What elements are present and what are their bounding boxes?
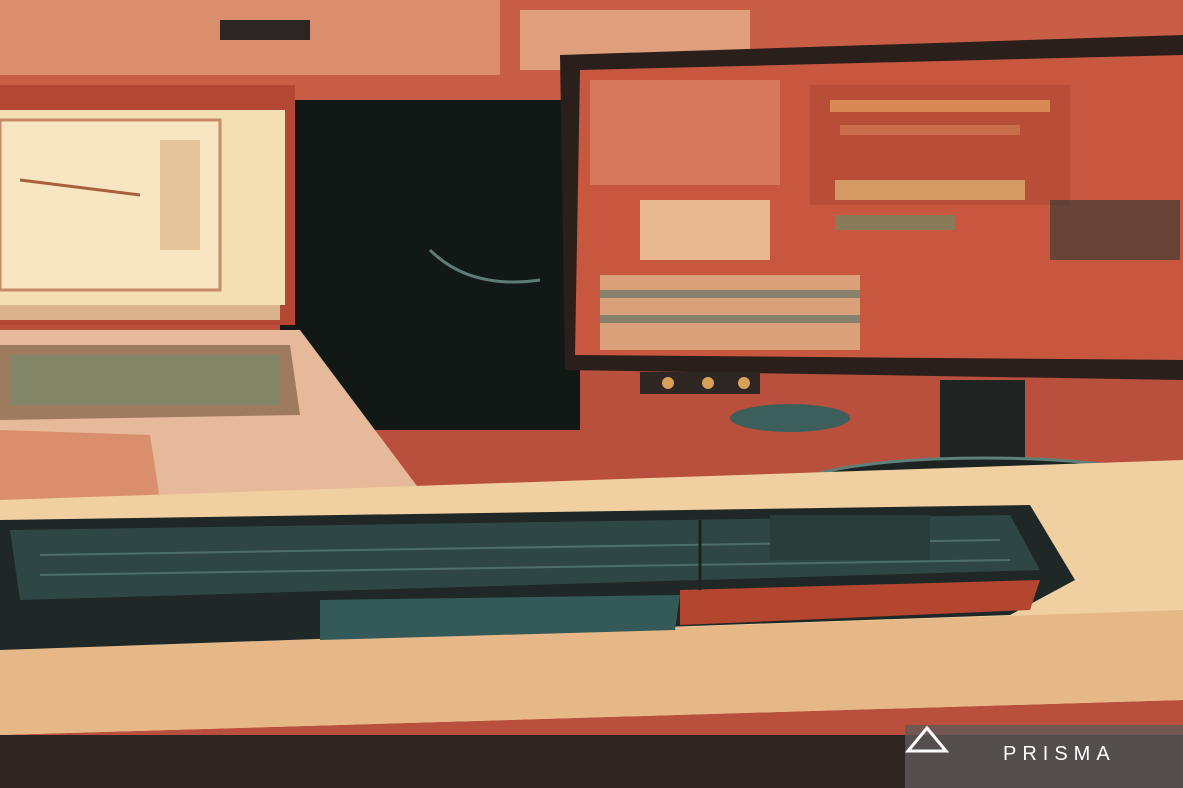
prisma-watermark: PRISMA [905,725,1183,788]
scene-illustration [0,0,1183,788]
laptop-screen [0,85,295,325]
monitor [560,35,1183,394]
shelf-slot [220,20,310,40]
mouse [730,404,850,432]
triangle-logo-icon [905,725,949,753]
watermark-text: PRISMA [1003,743,1116,765]
photo-scene: PRISMA [0,0,1183,788]
